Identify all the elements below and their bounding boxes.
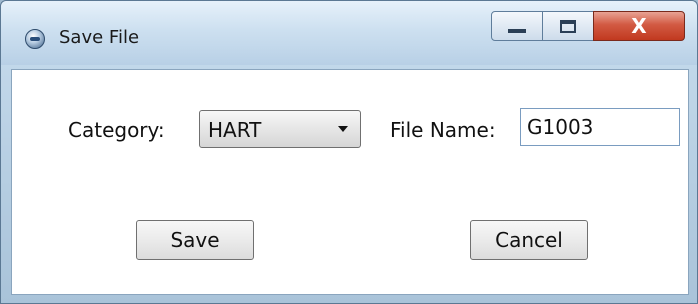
category-dropdown[interactable]: HART	[199, 110, 361, 148]
window-title: Save File	[59, 27, 140, 48]
dropdown-arrow-icon[interactable]	[338, 126, 348, 132]
minimize-icon	[508, 29, 526, 33]
filename-label: File Name:	[390, 118, 496, 142]
filename-input[interactable]	[520, 108, 680, 146]
cancel-button[interactable]: Cancel	[470, 220, 588, 260]
app-icon	[25, 29, 45, 49]
minimize-button[interactable]	[491, 11, 543, 41]
save-button[interactable]: Save	[136, 220, 254, 260]
maximize-button[interactable]	[542, 11, 594, 41]
close-icon: X	[631, 14, 647, 38]
category-label: Category:	[68, 118, 165, 142]
dialog-body: Category: HART File Name: Save Cancel	[11, 69, 689, 295]
title-bar[interactable]: Save File X	[1, 1, 697, 65]
category-selected-value: HART	[208, 118, 262, 142]
close-button[interactable]: X	[593, 11, 685, 41]
save-file-dialog: Save File X Category: HART File Name: Sa…	[0, 0, 698, 304]
maximize-icon	[560, 19, 576, 33]
